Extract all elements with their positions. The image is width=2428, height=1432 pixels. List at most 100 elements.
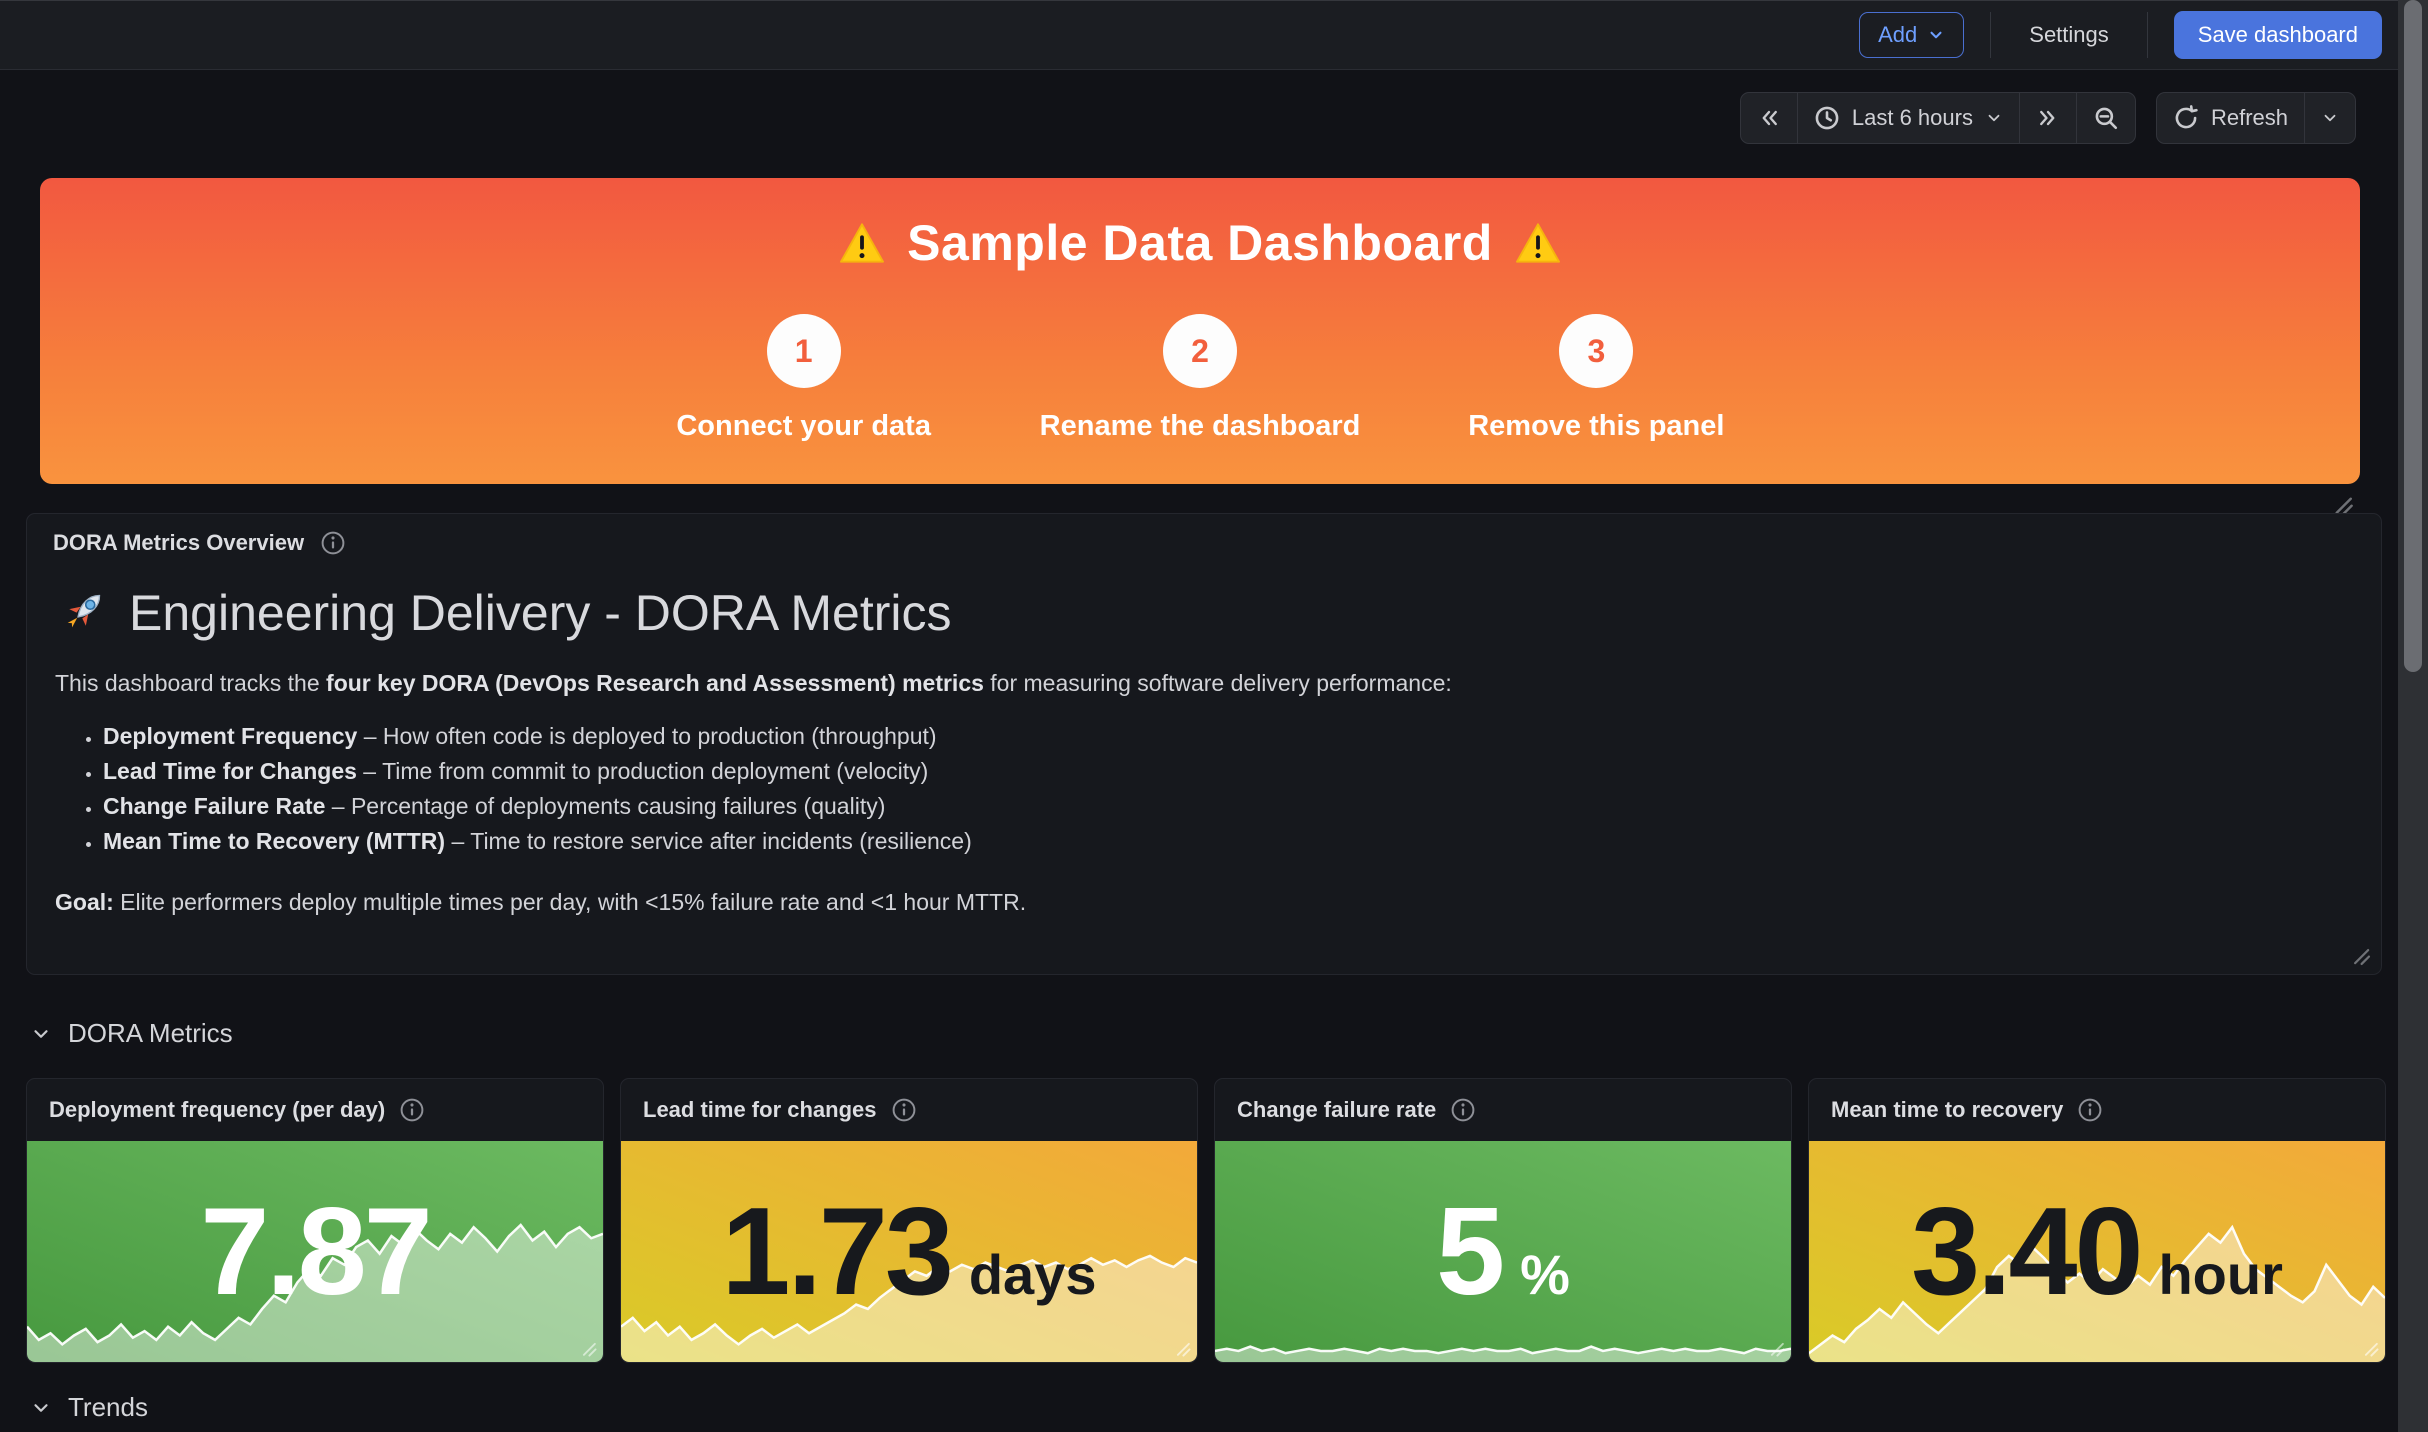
add-button[interactable]: Add: [1859, 12, 1964, 58]
save-dashboard-button[interactable]: Save dashboard: [2174, 11, 2382, 59]
save-dashboard-label: Save dashboard: [2198, 22, 2358, 48]
step-number-badge: 3: [1559, 314, 1633, 388]
dora-overview-panel: DORA Metrics Overview Engineering Delive…: [26, 513, 2382, 975]
stat-panel-mttr: Mean time to recovery 3.40 hour: [1808, 1078, 2386, 1363]
section-title: DORA Metrics: [68, 1018, 233, 1049]
panel-title: Lead time for changes: [643, 1097, 877, 1123]
stat-body: 5 %: [1215, 1141, 1791, 1362]
list-item: Change Failure Rate – Percentage of depl…: [103, 789, 2353, 824]
time-range-group: Last 6 hours: [1740, 92, 2136, 144]
resize-handle[interactable]: [577, 1337, 599, 1359]
chevron-down-icon: [30, 1397, 52, 1419]
warning-icon: [839, 222, 885, 264]
info-icon[interactable]: [399, 1097, 425, 1123]
stat-value-row: 7.87: [27, 1141, 603, 1362]
stat-unit: hour: [2158, 1242, 2282, 1307]
refresh-button[interactable]: Refresh: [2157, 93, 2304, 143]
resize-handle[interactable]: [1765, 1337, 1787, 1359]
panel-title: Change failure rate: [1237, 1097, 1436, 1123]
panel-title: Mean time to recovery: [1831, 1097, 2063, 1123]
stat-value-row: 1.73 days: [621, 1141, 1197, 1362]
overview-bullet-list: Deployment Frequency – How often code is…: [55, 719, 2353, 859]
stat-value: 7.87: [200, 1181, 429, 1323]
settings-button[interactable]: Settings: [2017, 12, 2121, 58]
time-shift-forward-button[interactable]: [2019, 93, 2076, 143]
stat-panel-lead-time: Lead time for changes 1.73 days: [620, 1078, 1198, 1363]
panel-title: Deployment frequency (per day): [49, 1097, 385, 1123]
step-number-badge: 2: [1163, 314, 1237, 388]
time-controls: Last 6 hours Refresh: [1740, 92, 2356, 144]
settings-button-label: Settings: [2029, 22, 2109, 48]
panel-header[interactable]: Mean time to recovery: [1809, 1079, 2385, 1141]
chevron-down-icon: [30, 1023, 52, 1045]
resize-handle[interactable]: [2359, 1337, 2381, 1359]
section-title: Trends: [68, 1392, 148, 1423]
info-icon[interactable]: [2077, 1097, 2103, 1123]
sample-data-banner-panel: Sample Data Dashboard 1 Connect your dat…: [40, 178, 2360, 484]
list-item: Mean Time to Recovery (MTTR) – Time to r…: [103, 824, 2353, 859]
stat-body: 1.73 days: [621, 1141, 1197, 1362]
info-icon[interactable]: [891, 1097, 917, 1123]
list-item: Lead Time for Changes – Time from commit…: [103, 754, 2353, 789]
overview-content: Engineering Delivery - DORA Metrics This…: [27, 584, 2381, 916]
stat-value: 5: [1436, 1181, 1502, 1323]
panel-header[interactable]: DORA Metrics Overview: [27, 514, 2381, 572]
refresh-interval-dropdown[interactable]: [2304, 93, 2355, 143]
stat-value-row: 3.40 hour: [1809, 1141, 2385, 1362]
time-range-picker-button[interactable]: Last 6 hours: [1797, 93, 2019, 143]
chevron-down-icon: [1927, 26, 1945, 44]
stat-value-row: 5 %: [1215, 1141, 1791, 1362]
panel-header[interactable]: Change failure rate: [1215, 1079, 1791, 1141]
double-chevron-left-icon: [1757, 106, 1781, 130]
overview-intro: This dashboard tracks the four key DORA …: [55, 670, 2353, 697]
stat-value: 3.40: [1911, 1181, 2140, 1323]
list-item: Deployment Frequency – How often code is…: [103, 719, 2353, 754]
scrollbar-track[interactable]: [2398, 0, 2428, 1432]
panel-header[interactable]: Lead time for changes: [621, 1079, 1197, 1141]
panel-header[interactable]: Deployment frequency (per day): [27, 1079, 603, 1141]
rocket-icon: [55, 586, 109, 640]
step-label: Rename the dashboard: [1040, 410, 1361, 443]
step-label: Connect your data: [676, 410, 931, 443]
stat-panel-change-failure-rate: Change failure rate 5 %: [1214, 1078, 1792, 1363]
step-label: Remove this panel: [1468, 410, 1724, 443]
toolbar-divider: [1990, 12, 1991, 58]
double-chevron-right-icon: [2036, 106, 2060, 130]
resize-handle[interactable]: [2347, 942, 2373, 968]
refresh-group: Refresh: [2156, 92, 2356, 144]
stat-value: 1.73: [722, 1181, 951, 1323]
refresh-icon: [2173, 105, 2199, 131]
section-header-trends[interactable]: Trends: [30, 1392, 148, 1423]
time-shift-back-button[interactable]: [1741, 93, 1797, 143]
stat-body: 3.40 hour: [1809, 1141, 2385, 1362]
chevron-down-icon: [2321, 109, 2339, 127]
chevron-down-icon: [1985, 109, 2003, 127]
stat-panel-deployment-frequency: Deployment frequency (per day) 7.87: [26, 1078, 604, 1363]
zoom-out-time-button[interactable]: [2076, 93, 2135, 143]
clock-icon: [1814, 105, 1840, 131]
warning-icon: [1515, 222, 1561, 264]
refresh-button-label: Refresh: [2211, 105, 2288, 131]
banner-step-2: 2 Rename the dashboard: [1040, 314, 1361, 443]
step-number-badge: 1: [767, 314, 841, 388]
stat-unit: %: [1520, 1242, 1570, 1307]
info-icon[interactable]: [1450, 1097, 1476, 1123]
scrollbar-thumb[interactable]: [2404, 0, 2422, 672]
zoom-out-icon: [2093, 105, 2119, 131]
banner-title-row: Sample Data Dashboard: [839, 214, 1561, 272]
banner-step-3: 3 Remove this panel: [1456, 314, 1736, 443]
overview-goal: Goal: Elite performers deploy multiple t…: [55, 889, 2353, 916]
section-header-dora-metrics[interactable]: DORA Metrics: [30, 1018, 233, 1049]
panel-title: DORA Metrics Overview: [53, 530, 304, 556]
stat-unit: days: [969, 1242, 1097, 1307]
banner-title: Sample Data Dashboard: [907, 214, 1493, 272]
time-range-label: Last 6 hours: [1852, 105, 1973, 131]
banner-step-1: 1 Connect your data: [664, 314, 944, 443]
overview-heading: Engineering Delivery - DORA Metrics: [55, 584, 2353, 642]
info-icon[interactable]: [320, 530, 346, 556]
resize-handle[interactable]: [1171, 1337, 1193, 1359]
overview-heading-text: Engineering Delivery - DORA Metrics: [129, 584, 952, 642]
top-toolbar: Add Settings Save dashboard: [0, 0, 2428, 70]
banner-steps: 1 Connect your data 2 Rename the dashboa…: [664, 314, 1737, 443]
add-button-label: Add: [1878, 22, 1917, 48]
